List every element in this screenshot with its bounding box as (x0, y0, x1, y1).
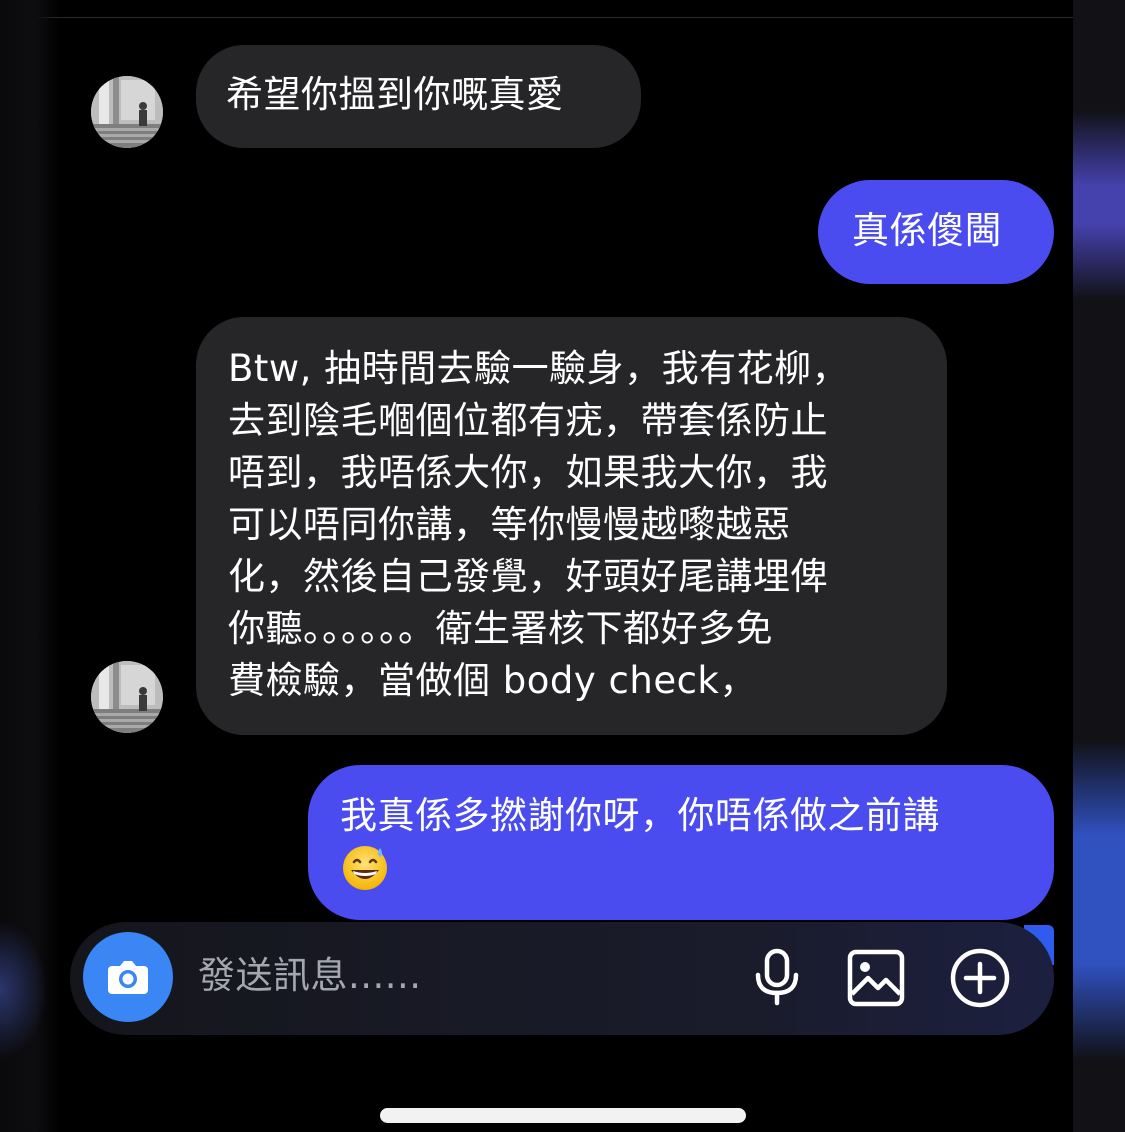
microphone-icon (755, 948, 799, 1006)
top-divider (0, 17, 1125, 18)
message-bubble-incoming[interactable]: Btw, 抽時間去驗一驗身，我有花柳， 去到陰毛嗰個位都有疣，帶套係防止 唔到，… (196, 317, 947, 735)
camera-button[interactable] (83, 932, 173, 1022)
add-button[interactable] (947, 945, 1013, 1011)
home-indicator[interactable] (380, 1108, 746, 1123)
left-edge-glow (0, 0, 60, 1132)
message-input[interactable]: 發送訊息...... (198, 950, 422, 1002)
message-text: 我真係多撚謝你呀，你唔係做之前講 (340, 794, 940, 837)
contact-avatar[interactable] (91, 76, 163, 148)
message-text: Btw, 抽時間去驗一驗身，我有花柳， 去到陰毛嗰個位都有疣，帶套係防止 唔到，… (228, 347, 850, 702)
voice-message-button[interactable] (744, 945, 810, 1011)
message-text: 希望你搵到你嘅真愛 (226, 73, 564, 116)
contact-avatar[interactable] (91, 661, 163, 733)
camera-icon (108, 961, 148, 994)
message-text: 真係傻閪 (852, 209, 1002, 252)
right-edge-glow (1073, 0, 1125, 1132)
message-bubble-outgoing[interactable]: 真係傻閪 (818, 180, 1054, 284)
avatar-photo-icon (91, 661, 163, 733)
avatar-photo-icon (91, 76, 163, 148)
gallery-icon (847, 949, 905, 1007)
message-bubble-outgoing[interactable]: 我真係多撚謝你呀，你唔係做之前講 (308, 765, 1054, 920)
message-bubble-incoming[interactable]: 希望你搵到你嘅真愛 (196, 45, 641, 148)
chat-screen: 希望你搵到你嘅真愛 真係傻閪 Btw, 抽時間去驗一驗身，我有花柳， 去到陰毛嗰… (0, 0, 1125, 1132)
add-circle-icon (950, 948, 1010, 1008)
gallery-button[interactable] (843, 945, 909, 1011)
grinning-face-with-sweat-emoji-icon (340, 842, 390, 892)
